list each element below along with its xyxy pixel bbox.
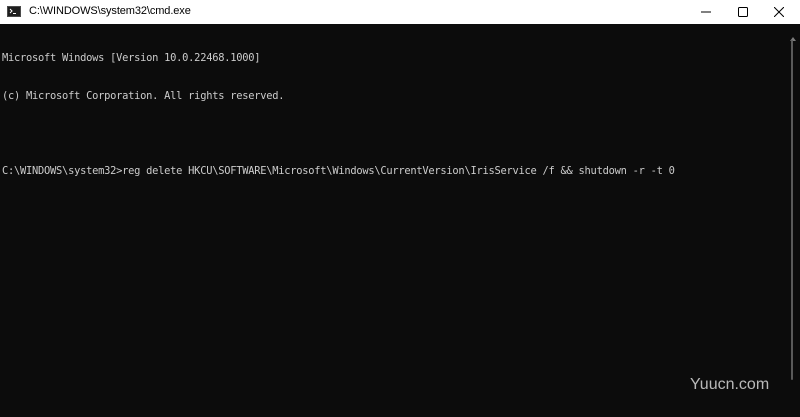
close-icon: [774, 7, 784, 17]
title-bar[interactable]: C:\WINDOWS\system32\cmd.exe: [0, 0, 800, 24]
vertical-scrollbar[interactable]: [786, 24, 800, 417]
maximize-icon: [738, 7, 748, 17]
maximize-button[interactable]: [723, 0, 763, 24]
cmd-window: C:\WINDOWS\system32\cmd.exe Microsoft Wi…: [0, 0, 800, 417]
console-line-command: C:\WINDOWS\system32>reg delete HKCU\SOFT…: [2, 164, 675, 177]
console-line-version: Microsoft Windows [Version 10.0.22468.10…: [2, 52, 261, 64]
minimize-button[interactable]: [686, 0, 726, 24]
minimize-icon: [701, 11, 711, 13]
close-button[interactable]: [759, 0, 799, 24]
console-line-copyright: (c) Microsoft Corporation. All rights re…: [2, 89, 285, 102]
watermark: Yuucn.com: [690, 376, 770, 393]
window-title: C:\WINDOWS\system32\cmd.exe: [29, 5, 191, 17]
cmd-icon[interactable]: [7, 6, 21, 17]
console-output[interactable]: Microsoft Windows [Version 10.0.22468.10…: [0, 24, 786, 417]
scroll-thumb[interactable]: [791, 40, 793, 380]
